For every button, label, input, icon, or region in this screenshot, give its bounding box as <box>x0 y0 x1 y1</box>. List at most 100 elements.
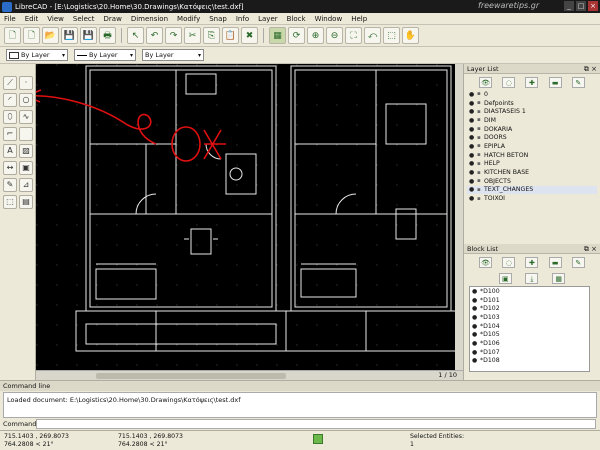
block-row[interactable]: ● *D101 <box>470 296 589 305</box>
save-as-icon[interactable]: 💾 <box>80 27 97 44</box>
eye-icon[interactable]: ● <box>469 91 477 98</box>
block-row[interactable]: ● *D102 <box>470 304 589 313</box>
maximize-button[interactable]: □ <box>576 1 586 11</box>
eye-icon[interactable]: ● <box>469 126 477 133</box>
hide-all-layers-icon[interactable]: ◌ <box>502 76 516 88</box>
layer-row[interactable]: ● ▪ DIM <box>467 116 597 125</box>
lock-icon[interactable]: ▪ <box>477 187 484 193</box>
menu-snap[interactable]: Snap <box>209 15 227 23</box>
eye-icon[interactable]: ● <box>469 117 477 124</box>
pointer-icon[interactable]: ↖ <box>127 27 144 44</box>
menu-edit[interactable]: Edit <box>25 15 39 23</box>
eye-icon[interactable]: ● <box>469 178 477 185</box>
zoom-out-icon[interactable]: ⊖ <box>326 27 343 44</box>
eye-icon[interactable]: ● <box>472 288 480 295</box>
line-type-select[interactable]: By Layer ▾ <box>142 49 204 61</box>
eye-icon[interactable]: ● <box>472 314 480 321</box>
select-tool-icon[interactable]: ⬚ <box>3 195 17 209</box>
menu-block[interactable]: Block <box>287 15 306 23</box>
hide-all-blocks-icon[interactable]: ◌ <box>502 256 516 268</box>
print-icon[interactable]: 🖶 <box>99 27 116 44</box>
lock-icon[interactable]: ▪ <box>477 161 484 167</box>
layer-row[interactable]: ● ▪ DIASTASEIS 1 <box>467 107 597 116</box>
horizontal-scrollbar[interactable]: 1 / 10 <box>36 370 463 380</box>
circle-tool-icon[interactable]: ○ <box>19 93 33 107</box>
block-row[interactable]: ● *D105 <box>470 330 589 339</box>
eye-icon[interactable]: ● <box>469 195 477 202</box>
menu-dimension[interactable]: Dimension <box>131 15 168 23</box>
menu-view[interactable]: View <box>47 15 64 23</box>
modify-tool-icon[interactable]: ✎ <box>3 178 17 192</box>
insert-block-icon[interactable]: ⤓ <box>525 272 539 284</box>
new-file-icon[interactable]: 🗋 <box>4 27 21 44</box>
eye-icon[interactable]: ● <box>469 186 477 193</box>
zoom-in-icon[interactable]: ⊕ <box>307 27 324 44</box>
image-tool-icon[interactable]: ▣ <box>19 161 33 175</box>
eye-icon[interactable]: ● <box>469 160 477 167</box>
save-icon[interactable]: 💾 <box>61 27 78 44</box>
block-row[interactable]: ● *D100 <box>470 287 589 296</box>
remove-block-icon[interactable]: ▬ <box>548 256 562 268</box>
minimize-button[interactable]: _ <box>564 1 574 11</box>
layer-row[interactable]: ● ▪ KITCHEN BASE <box>467 168 597 177</box>
menu-info[interactable]: Info <box>236 15 249 23</box>
lock-icon[interactable]: ▪ <box>477 126 484 132</box>
add-layer-icon[interactable]: ✚ <box>525 76 539 88</box>
lock-icon[interactable]: ▪ <box>477 152 484 158</box>
zoom-window-icon[interactable]: ⬚ <box>383 27 400 44</box>
line-width-select[interactable]: By Layer ▾ <box>74 49 136 61</box>
delete-icon[interactable]: ✖ <box>241 27 258 44</box>
lock-icon[interactable]: ▪ <box>477 170 484 176</box>
lock-icon[interactable]: ▪ <box>477 143 484 149</box>
eye-icon[interactable]: ● <box>469 100 477 107</box>
cut-icon[interactable]: ✂ <box>184 27 201 44</box>
edit-block-icon[interactable]: ▣ <box>498 272 512 284</box>
layer-row[interactable]: ● ▪ DOKARIA <box>467 125 597 134</box>
layer-row-selected[interactable]: ● ▪ TEXT_CHANGES <box>467 185 597 195</box>
panel-float-close-icon[interactable]: ⧉ × <box>584 64 597 74</box>
arc-tool-icon[interactable]: ◜ <box>3 93 17 107</box>
zoom-auto-icon[interactable]: ⛶ <box>345 27 362 44</box>
menu-file[interactable]: File <box>4 15 16 23</box>
layer-row[interactable]: ● ▪ TOIXOI <box>467 194 597 203</box>
eye-icon[interactable]: ● <box>472 331 480 338</box>
layer-row[interactable]: ● ▪ OBJECTS <box>467 177 597 186</box>
layer-row[interactable]: ● ▪ DOORS <box>467 133 597 142</box>
layer-row[interactable]: ● ▪ EPIPLA <box>467 142 597 151</box>
menu-draw[interactable]: Draw <box>104 15 122 23</box>
measure-tool-icon[interactable]: ⊿ <box>19 178 33 192</box>
eye-icon[interactable]: ● <box>472 323 480 330</box>
block-row[interactable]: ● *D106 <box>470 339 589 348</box>
add-block-icon[interactable]: ✚ <box>525 256 539 268</box>
open-file-icon[interactable]: 📂 <box>42 27 59 44</box>
eye-icon[interactable]: ● <box>469 143 477 150</box>
lock-icon[interactable]: ▪ <box>477 91 484 97</box>
undo-icon[interactable]: ↶ <box>146 27 163 44</box>
edit-layer-icon[interactable]: ✎ <box>571 76 585 88</box>
redo-icon[interactable]: ↷ <box>165 27 182 44</box>
zoom-redraw-icon[interactable]: ⟳ <box>288 27 305 44</box>
block-tool-icon[interactable]: ▤ <box>19 195 33 209</box>
save-block-icon[interactable]: ▦ <box>552 272 566 284</box>
eye-icon[interactable]: ● <box>472 340 480 347</box>
lock-icon[interactable]: ▪ <box>477 196 484 202</box>
layer-row[interactable]: ● ▪ HATCH BETON <box>467 151 597 160</box>
blank-tool[interactable] <box>19 127 33 141</box>
menu-help[interactable]: Help <box>351 15 367 23</box>
copy-icon[interactable]: ⎘ <box>203 27 220 44</box>
point-tool-icon[interactable]: · <box>19 76 33 90</box>
eye-icon[interactable]: ● <box>469 134 477 141</box>
color-select[interactable]: By Layer ▾ <box>6 49 68 61</box>
panel-float-close-icon[interactable]: ⧉ × <box>584 244 597 254</box>
remove-layer-icon[interactable]: ▬ <box>548 76 562 88</box>
grid-toggle-icon[interactable]: ▦ <box>269 27 286 44</box>
hatch-tool-icon[interactable]: ▨ <box>19 144 33 158</box>
eye-icon[interactable]: ● <box>469 152 477 159</box>
lock-icon[interactable]: ▪ <box>477 117 484 123</box>
command-input[interactable] <box>36 419 596 429</box>
close-button[interactable]: × <box>588 1 598 11</box>
lock-icon[interactable]: ▪ <box>477 100 484 106</box>
eye-icon[interactable]: ● <box>472 349 480 356</box>
text-tool-icon[interactable]: A <box>3 144 17 158</box>
eye-icon[interactable]: ● <box>472 357 480 364</box>
